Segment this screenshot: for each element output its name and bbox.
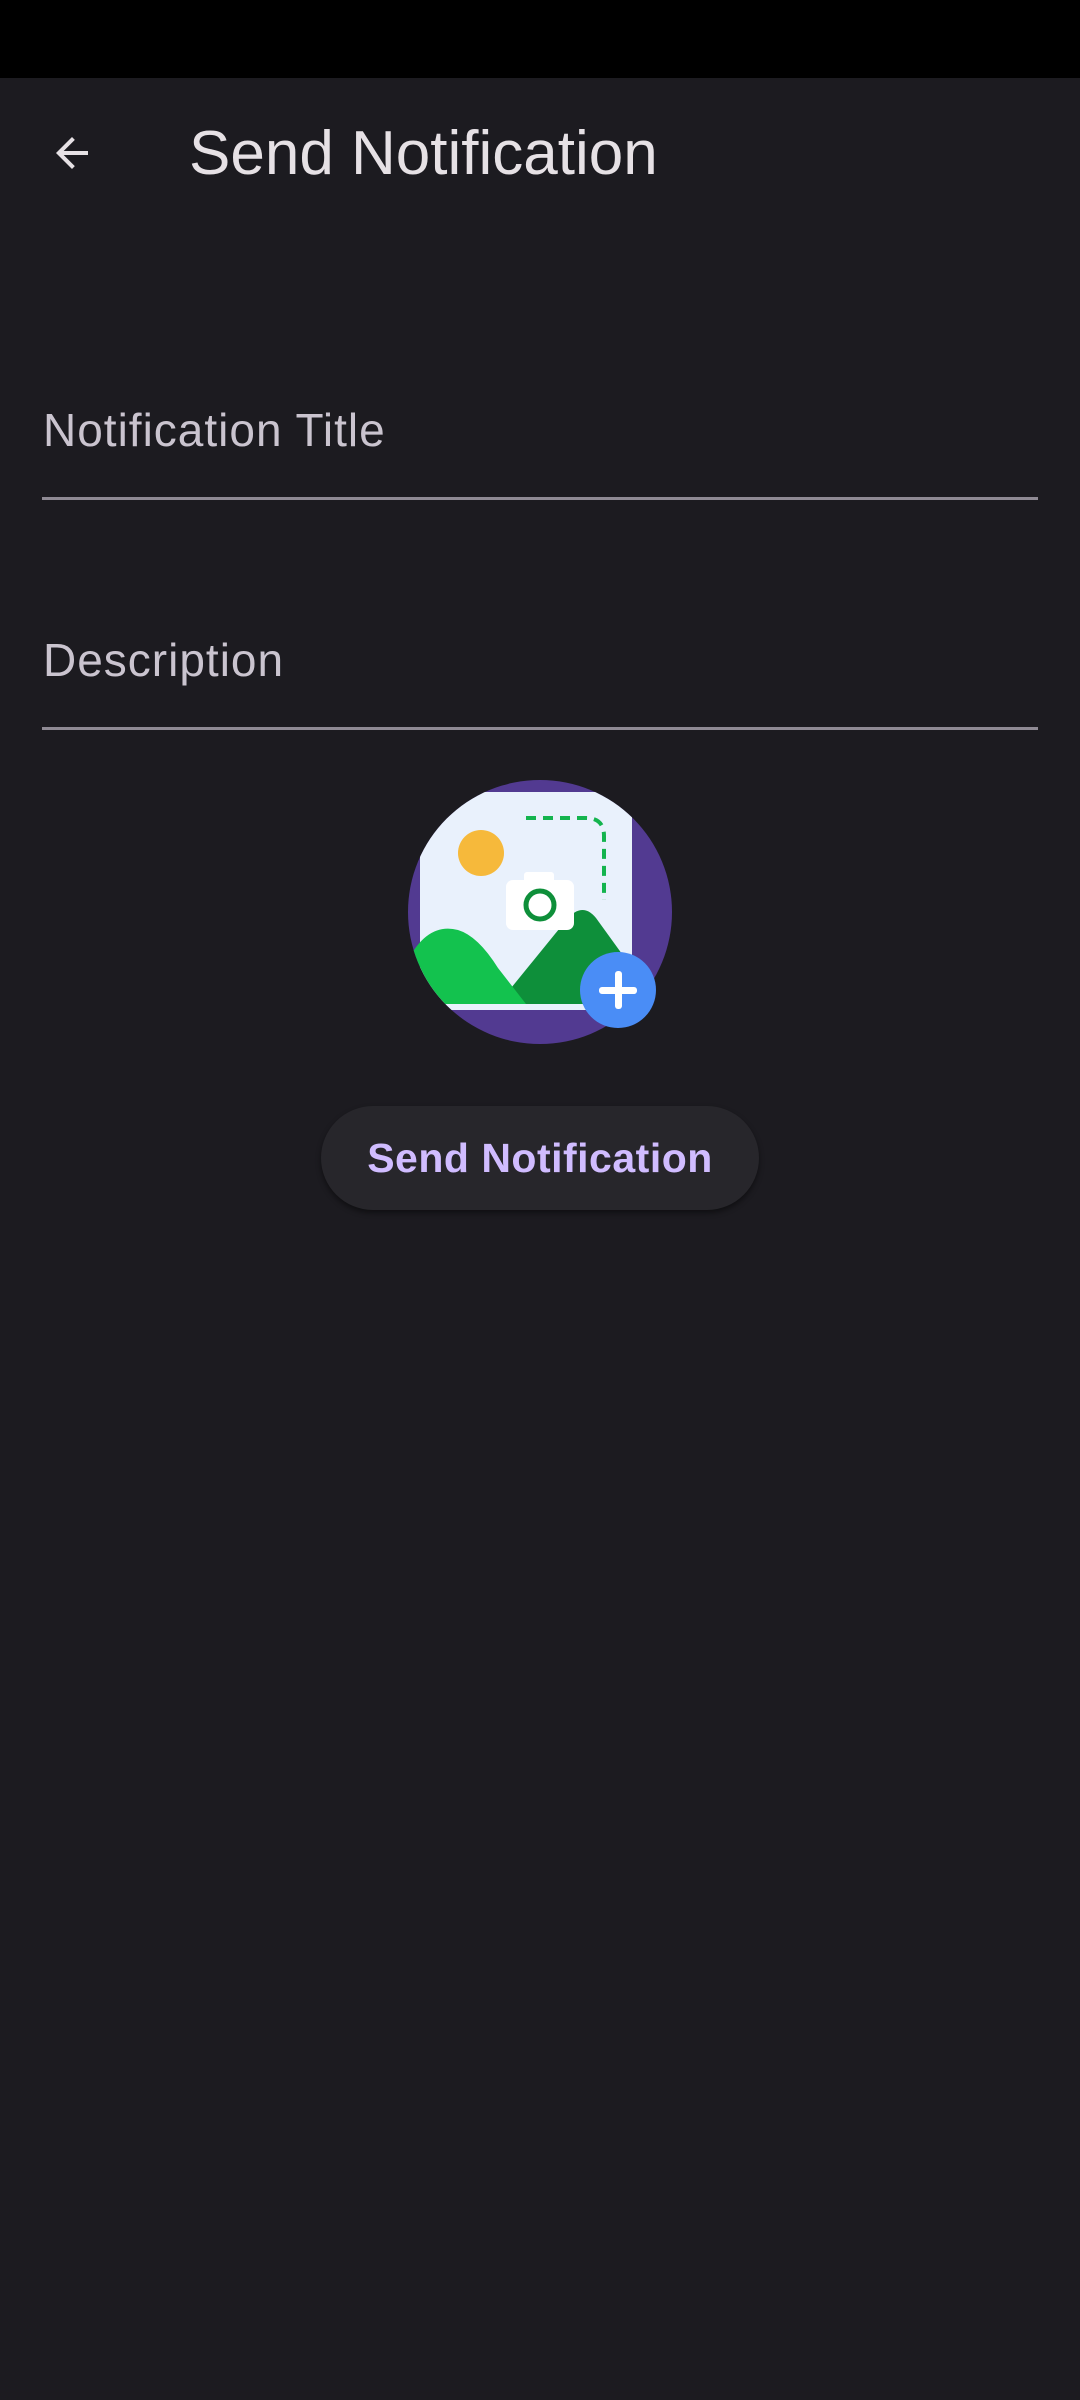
- app-bar: Send Notification: [0, 78, 1080, 228]
- page-title: Send Notification: [189, 119, 658, 188]
- back-button[interactable]: [30, 111, 114, 195]
- send-notification-button[interactable]: Send Notification: [321, 1106, 759, 1210]
- status-bar: [0, 0, 1080, 78]
- description-field[interactable]: [42, 610, 1038, 730]
- arrow-back-icon: [56, 137, 88, 169]
- image-picker[interactable]: [408, 780, 672, 1044]
- notification-title-input[interactable]: [42, 380, 1038, 497]
- description-input[interactable]: [42, 610, 1038, 727]
- add-image-icon: [408, 780, 672, 1044]
- notification-title-field[interactable]: [42, 380, 1038, 500]
